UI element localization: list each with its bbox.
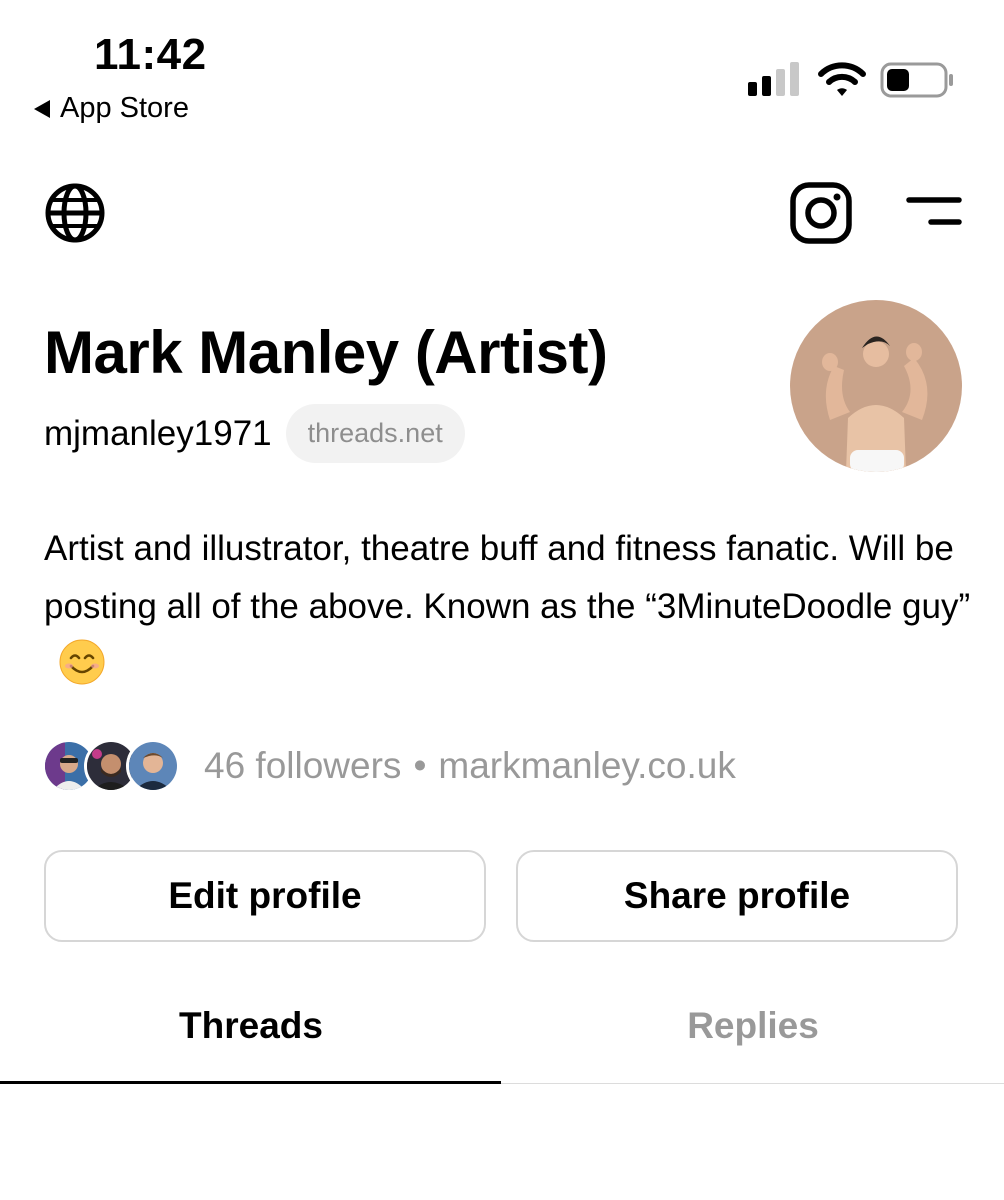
menu-icon[interactable] (906, 195, 962, 227)
tab-threads[interactable]: Threads (0, 1005, 502, 1085)
back-to-app-store[interactable]: App Store (34, 92, 189, 125)
share-profile-button[interactable]: Share profile (516, 850, 958, 942)
profile-bio: Artist and illustrator, theatre buff and… (44, 520, 974, 694)
profile-name: Mark Manley (Artist) (44, 319, 608, 386)
tab-replies[interactable]: Replies (502, 1005, 1004, 1085)
avatar-photo (790, 300, 962, 472)
instagram-icon[interactable] (790, 182, 852, 244)
followers-meta: 46 followers • markmanley.co.uk (204, 745, 736, 787)
follower-avatar[interactable] (126, 739, 180, 793)
cellular-signal-icon (748, 62, 799, 96)
status-time: 11:42 (94, 30, 207, 79)
active-tab-indicator (0, 1081, 501, 1084)
profile-avatar[interactable] (790, 300, 962, 472)
handle-row: mjmanley1971 threads.net (44, 404, 465, 463)
wifi-icon (818, 62, 866, 96)
follower-avatar-photo (129, 742, 177, 790)
back-arrow-icon (34, 99, 50, 118)
profile-handle: mjmanley1971 (44, 413, 272, 453)
globe-icon[interactable] (44, 182, 106, 244)
bio-text: Artist and illustrator, theatre buff and… (44, 529, 971, 626)
back-label: App Store (60, 92, 189, 124)
smiling-face-emoji-icon (59, 639, 105, 685)
edit-profile-button[interactable]: Edit profile (44, 850, 486, 942)
tab-divider (501, 1083, 1004, 1084)
followers-row: 46 followers • markmanley.co.uk (42, 738, 736, 794)
threads-domain-badge[interactable]: threads.net (285, 404, 465, 463)
followers-count[interactable]: 46 followers (204, 745, 401, 786)
meta-separator: • (413, 745, 427, 786)
battery-icon (880, 62, 953, 98)
website-link[interactable]: markmanley.co.uk (438, 745, 735, 786)
